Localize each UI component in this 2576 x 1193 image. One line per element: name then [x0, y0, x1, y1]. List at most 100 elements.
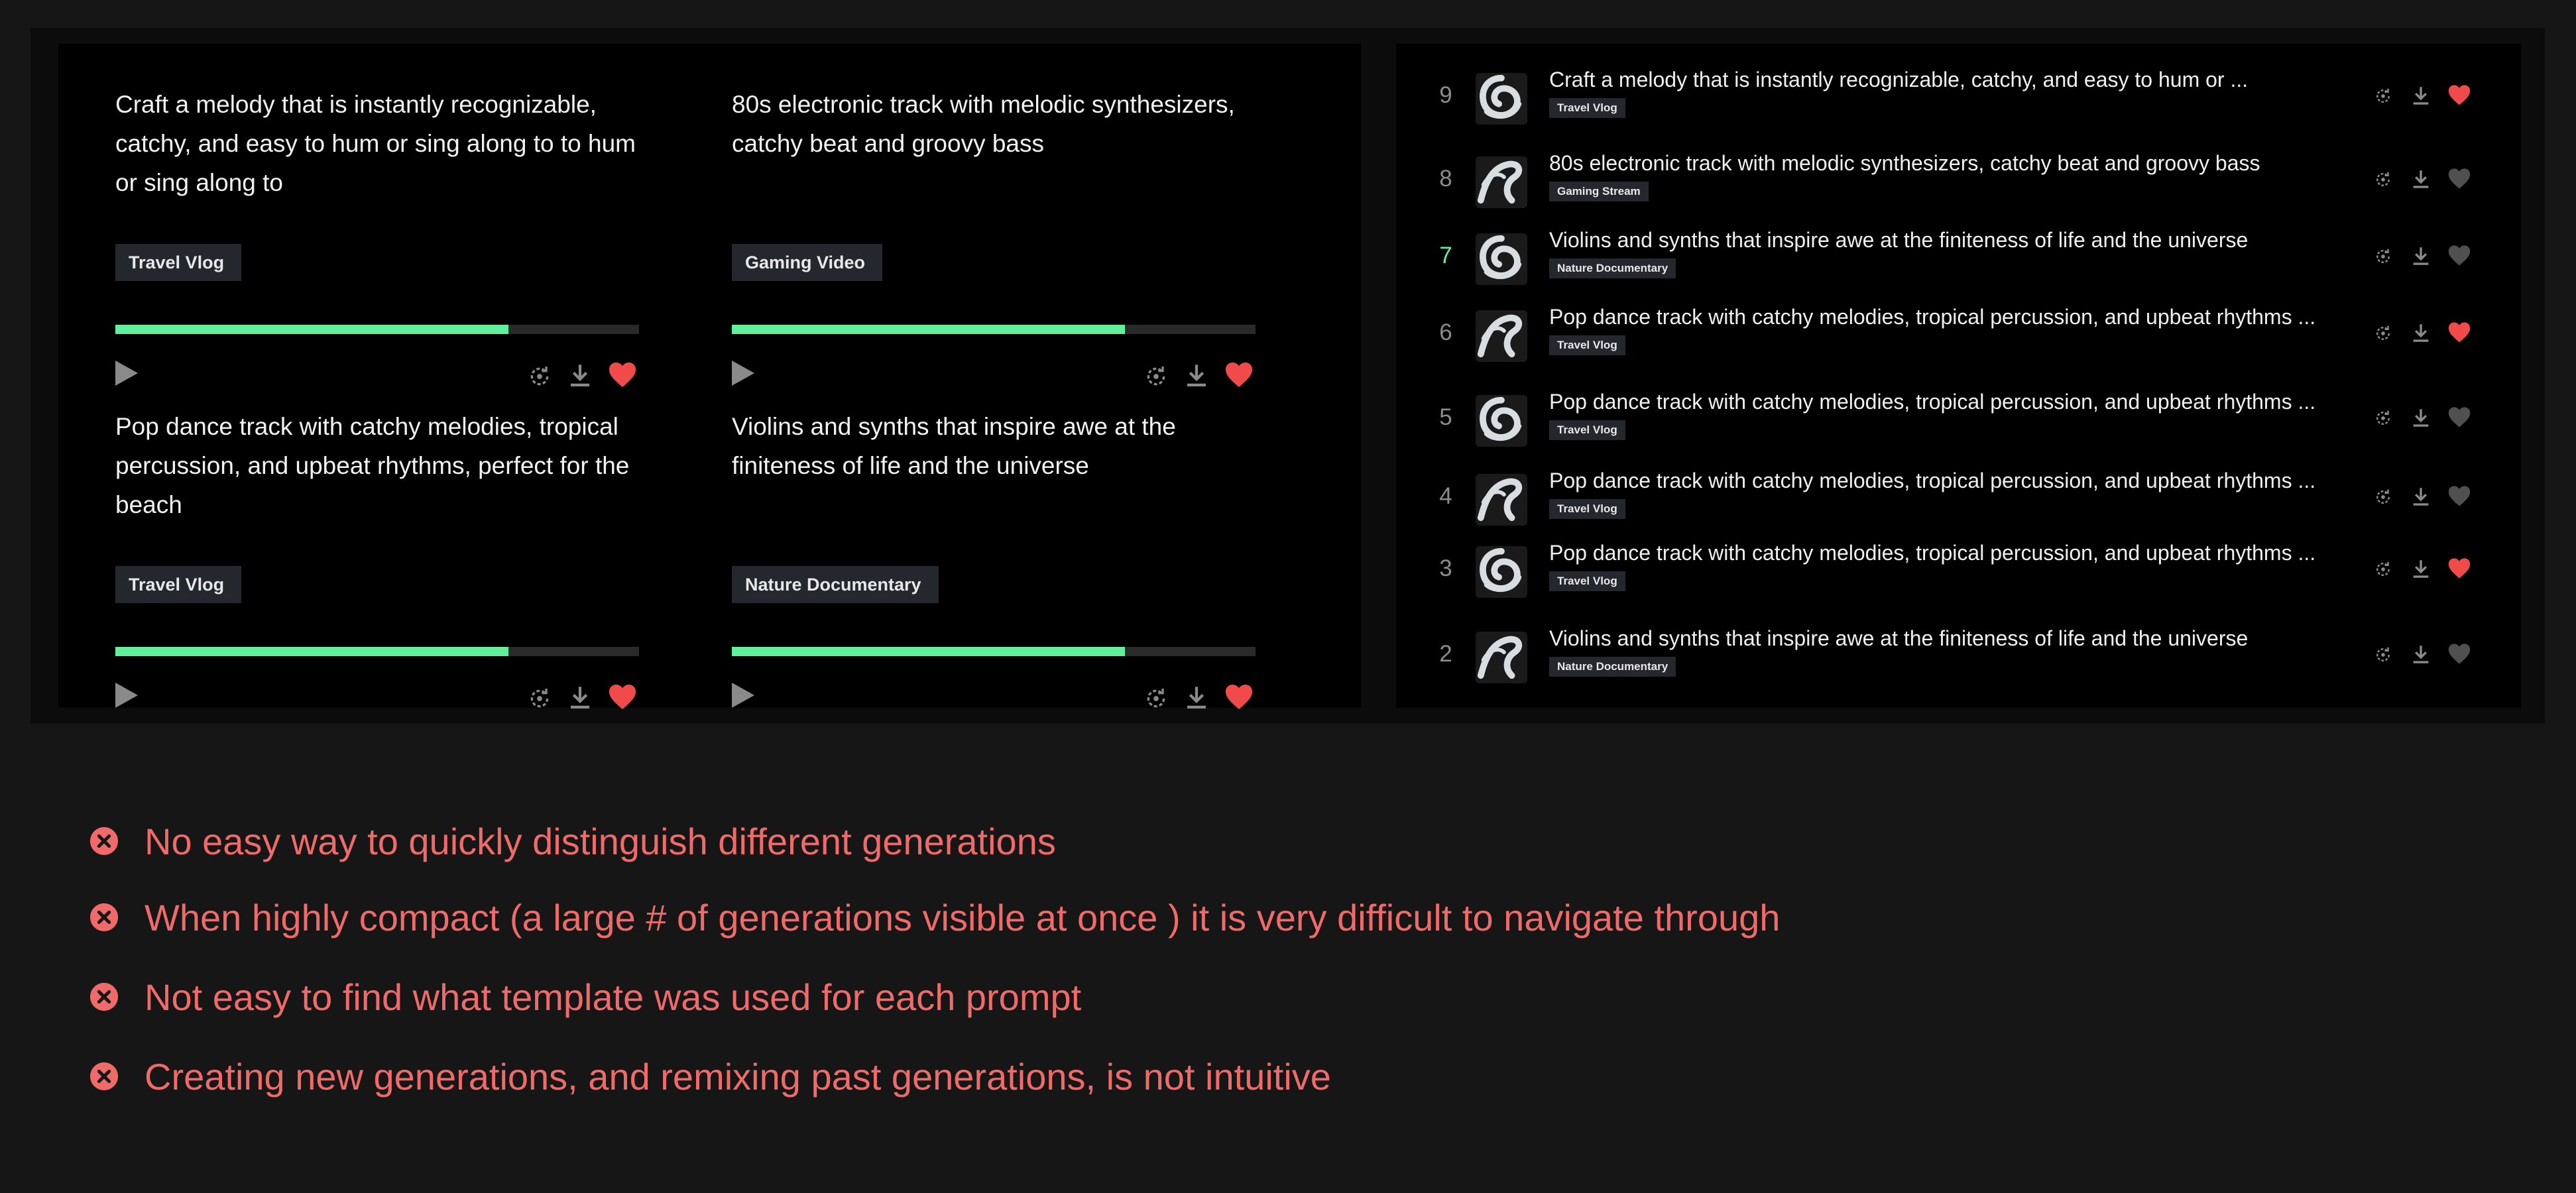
- play-button[interactable]: [115, 683, 138, 708]
- heart-icon[interactable]: [2447, 642, 2472, 665]
- list-item[interactable]: 2 Violins and synths that inspire awe at…: [1396, 626, 2521, 699]
- row-number: 7: [1439, 243, 1452, 268]
- play-button[interactable]: [115, 361, 138, 386]
- progress-fill: [732, 325, 1125, 334]
- cover-art-thumbnail: [1476, 310, 1527, 362]
- template-tag[interactable]: Gaming Video: [732, 244, 883, 281]
- heart-icon[interactable]: [1224, 683, 1254, 710]
- generation-card[interactable]: Violins and synths that inspire awe at t…: [732, 407, 1256, 710]
- heart-icon[interactable]: [2447, 167, 2472, 190]
- cover-art-icon: [1480, 547, 1522, 593]
- cover-art-icon: [1477, 636, 1523, 679]
- issue-item: When highly compact (a large # of genera…: [89, 894, 1780, 940]
- row-number: 8: [1439, 166, 1452, 192]
- template-tag[interactable]: Nature Documentary: [732, 566, 939, 603]
- progress-bar[interactable]: [115, 647, 639, 656]
- issue-text: Creating new generations, and remixing p…: [145, 1055, 1331, 1098]
- cover-art-thumbnail: [1476, 233, 1527, 285]
- template-tag[interactable]: Travel Vlog: [115, 566, 242, 603]
- list-item[interactable]: 9 Craft a melody that is instantly recog…: [1396, 68, 2521, 141]
- remix-icon[interactable]: [1143, 363, 1169, 390]
- list-item[interactable]: 6 Pop dance track with catchy melodies, …: [1396, 305, 2521, 378]
- progress-bar[interactable]: [732, 647, 1256, 656]
- template-tag[interactable]: Travel Vlog: [1549, 335, 1625, 355]
- download-icon[interactable]: [1183, 361, 1210, 390]
- play-button[interactable]: [732, 361, 754, 386]
- heart-icon[interactable]: [2447, 84, 2472, 106]
- row-number: 2: [1439, 641, 1452, 667]
- heart-icon[interactable]: [607, 683, 638, 710]
- row-number: 9: [1439, 82, 1452, 108]
- heart-icon[interactable]: [2447, 406, 2472, 428]
- generation-card[interactable]: Craft a melody that is instantly recogni…: [115, 85, 639, 388]
- error-circle-icon: [89, 1062, 119, 1091]
- remix-icon[interactable]: [2373, 323, 2393, 343]
- cover-art-icon: [1477, 478, 1523, 522]
- download-icon[interactable]: [2410, 167, 2432, 191]
- play-button[interactable]: [732, 683, 754, 708]
- heart-icon[interactable]: [2447, 484, 2472, 507]
- remix-icon[interactable]: [2373, 487, 2393, 507]
- list-item[interactable]: 7 Violins and synths that inspire awe at…: [1396, 228, 2521, 301]
- issue-item: Creating new generations, and remixing p…: [89, 1053, 1331, 1100]
- download-icon[interactable]: [566, 361, 594, 390]
- row-title: Pop dance track with catchy melodies, tr…: [1549, 390, 2316, 414]
- download-icon[interactable]: [2410, 84, 2432, 107]
- row-title: Pop dance track with catchy melodies, tr…: [1549, 469, 2316, 492]
- remix-icon[interactable]: [2373, 86, 2393, 106]
- template-tag[interactable]: Travel Vlog: [1549, 571, 1625, 591]
- list-item[interactable]: 4 Pop dance track with catchy melodies, …: [1396, 469, 2521, 541]
- remix-icon[interactable]: [2373, 247, 2393, 266]
- download-icon[interactable]: [1183, 683, 1210, 712]
- download-icon[interactable]: [2410, 484, 2432, 508]
- remix-icon[interactable]: [2373, 170, 2393, 190]
- row-title: Craft a melody that is instantly recogni…: [1549, 68, 2249, 91]
- generation-card[interactable]: 80s electronic track with melodic synthe…: [732, 85, 1256, 388]
- download-icon[interactable]: [2410, 642, 2432, 666]
- list-item[interactable]: 3 Pop dance track with catchy melodies, …: [1396, 541, 2521, 614]
- issue-text: No easy way to quickly distinguish diffe…: [145, 820, 1056, 862]
- cover-art-icon: [1480, 235, 1522, 280]
- remix-icon[interactable]: [2373, 408, 2393, 428]
- cover-art-icon: [1477, 160, 1523, 204]
- list-item[interactable]: 8 80s electronic track with melodic synt…: [1396, 151, 2521, 224]
- template-tag[interactable]: Travel Vlog: [115, 244, 242, 281]
- list-item[interactable]: 5 Pop dance track with catchy melodies, …: [1396, 390, 2521, 463]
- row-number: 6: [1439, 319, 1452, 345]
- heart-icon[interactable]: [2447, 557, 2472, 579]
- card-title: Pop dance track with catchy melodies, tr…: [115, 413, 630, 518]
- card-grid-panel: Craft a melody that is instantly recogni…: [58, 44, 1361, 710]
- error-circle-icon: [89, 982, 119, 1011]
- template-tag[interactable]: Travel Vlog: [1549, 499, 1625, 519]
- template-tag[interactable]: Travel Vlog: [1549, 420, 1625, 440]
- cover-art-thumbnail: [1476, 156, 1527, 208]
- download-icon[interactable]: [566, 683, 594, 712]
- progress-fill: [115, 325, 508, 334]
- download-icon[interactable]: [2410, 244, 2432, 268]
- heart-icon[interactable]: [1224, 361, 1254, 388]
- template-tag[interactable]: Travel Vlog: [1549, 98, 1625, 118]
- template-tag[interactable]: Gaming Stream: [1549, 182, 1649, 201]
- heart-icon[interactable]: [607, 361, 638, 388]
- progress-bar[interactable]: [115, 325, 639, 334]
- cover-art-icon: [1477, 314, 1523, 358]
- template-tag[interactable]: Nature Documentary: [1549, 258, 1676, 278]
- card-title: Violins and synths that inspire awe at t…: [732, 413, 1176, 479]
- row-number: 4: [1439, 483, 1452, 509]
- download-icon[interactable]: [2410, 557, 2432, 581]
- download-icon[interactable]: [2410, 406, 2432, 429]
- generation-card[interactable]: Pop dance track with catchy melodies, tr…: [115, 407, 639, 710]
- remix-icon[interactable]: [526, 685, 553, 712]
- remix-icon[interactable]: [2373, 559, 2393, 579]
- download-icon[interactable]: [2410, 321, 2432, 345]
- heart-icon[interactable]: [2447, 244, 2472, 266]
- cover-art-thumbnail: [1476, 632, 1527, 683]
- error-circle-icon: [89, 903, 119, 932]
- remix-icon[interactable]: [2373, 645, 2393, 665]
- heart-icon[interactable]: [2447, 321, 2472, 343]
- remix-icon[interactable]: [1143, 685, 1169, 712]
- card-title: Craft a melody that is instantly recogni…: [115, 91, 636, 196]
- template-tag[interactable]: Nature Documentary: [1549, 657, 1676, 677]
- remix-icon[interactable]: [526, 363, 553, 390]
- progress-bar[interactable]: [732, 325, 1256, 334]
